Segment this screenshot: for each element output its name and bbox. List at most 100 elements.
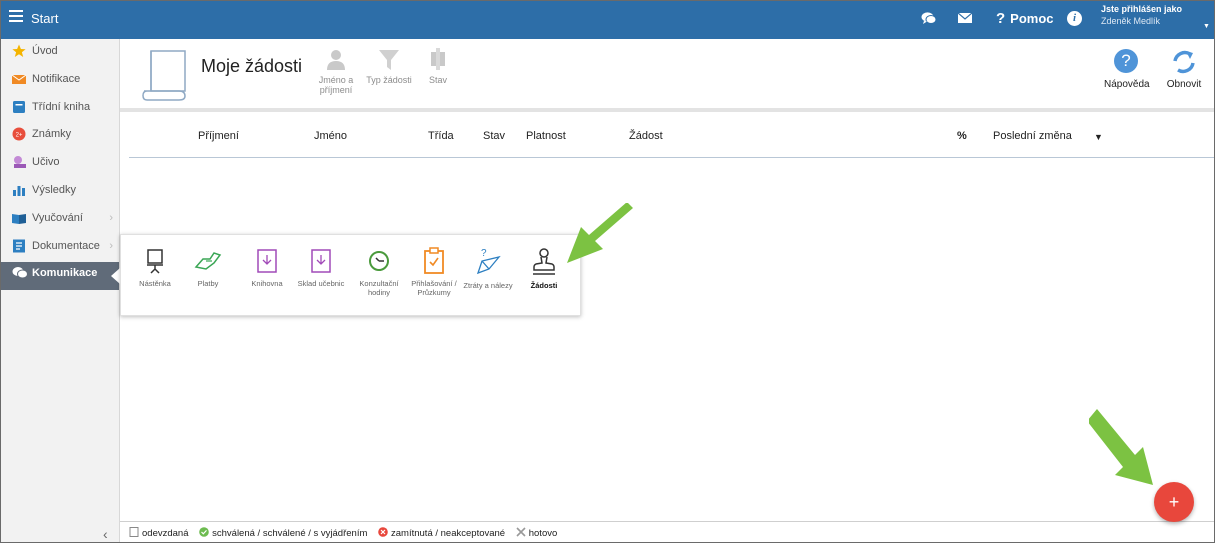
sidebar-item-vyucovani[interactable]: Vyučování ›	[1, 207, 119, 235]
filter-label: Jméno a příjmení	[318, 75, 354, 95]
column-header-class[interactable]: Třída	[428, 130, 454, 142]
clipboard-check-icon	[424, 247, 444, 274]
submenu-label: Nástěnka	[139, 279, 171, 288]
sidebar-item-uvod[interactable]: Úvod	[1, 40, 119, 68]
submenu-item-knihovna[interactable]: Knihovna	[237, 247, 297, 288]
submenu-item-ztraty-a-nalezy[interactable]: ? Ztráty a nálezy	[458, 247, 518, 290]
payment-icon	[194, 252, 222, 270]
annotation-arrow-add	[1089, 409, 1153, 485]
sidebar-item-ucivo[interactable]: Učivo	[1, 151, 119, 179]
textbook-storage-icon	[311, 249, 331, 273]
submenu-item-sklad-ucebnic[interactable]: Sklad učebnic	[291, 247, 351, 288]
filter-name[interactable]: Jméno a příjmení	[312, 48, 360, 95]
legend-item-approved: schválená / schválené / s vyjádřením	[199, 527, 367, 539]
sidebar: Úvod Notifikace Třídní kniha 2+ Známky U…	[1, 39, 120, 542]
refresh-label: Obnovit	[1166, 79, 1202, 90]
sidebar-item-vysledky[interactable]: Výsledky	[1, 179, 119, 207]
help-button[interactable]: ? Nápověda	[1104, 49, 1150, 90]
library-icon	[257, 249, 277, 273]
help-circle-icon: ?	[1114, 49, 1138, 73]
mail-icon[interactable]	[958, 13, 972, 23]
header-divider	[120, 108, 1214, 112]
user-name: Zdeněk Medlík	[1101, 16, 1161, 26]
sort-desc-icon[interactable]: ▼	[1094, 132, 1103, 142]
legend-label: hotovo	[528, 528, 558, 539]
refresh-icon	[1173, 50, 1195, 74]
grades-icon: 2+	[12, 127, 26, 141]
chart-icon	[13, 185, 25, 196]
column-header-request[interactable]: Žádost	[629, 130, 663, 142]
column-header-last-change[interactable]: Poslední změna	[993, 130, 1072, 142]
submenu-label: Platby	[197, 279, 219, 288]
hamburger-menu-icon[interactable]	[9, 10, 23, 24]
document-icon	[129, 527, 139, 537]
submenu-item-konzultacni-hodiny[interactable]: Konzultační hodiny	[349, 247, 409, 297]
submenu-label: Ztráty a nálezy	[463, 281, 513, 290]
chat-icon[interactable]	[921, 11, 937, 26]
svg-text:?: ?	[481, 248, 487, 259]
submenu-item-nastenka[interactable]: Nástěnka	[125, 247, 185, 288]
sidebar-item-label: Výsledky	[32, 183, 77, 196]
filter-request-type[interactable]: Typ žádosti	[360, 48, 418, 85]
sidebar-item-znamky[interactable]: 2+ Známky	[1, 123, 119, 151]
sidebar-item-label: Úvod	[32, 45, 58, 57]
info-icon[interactable]: i	[1067, 11, 1082, 26]
submenu-item-prihlasovani[interactable]: Přihlašování / Průzkumy	[404, 247, 464, 297]
sidebar-item-label: Třídní kniha	[32, 100, 91, 113]
sidebar-item-label: Komunikace	[32, 267, 98, 280]
top-bar: Start ? Pomoc i Jste přihlášen jako Zdeně…	[1, 1, 1214, 39]
communication-icon	[12, 267, 28, 279]
sidebar-item-dokumentace[interactable]: Dokumentace ›	[1, 235, 119, 263]
mail-icon	[12, 74, 26, 84]
submenu-label: Přihlašování / Průzkumy	[411, 279, 457, 297]
sidebar-collapse-icon[interactable]: ‹	[103, 526, 108, 542]
user-dropdown-icon[interactable]: ▼	[1203, 23, 1210, 30]
submenu-item-platby[interactable]: Platby	[178, 247, 238, 288]
person-icon	[327, 50, 345, 70]
app-title[interactable]: Start	[31, 11, 58, 26]
rejected-icon	[378, 527, 388, 537]
svg-text:2+: 2+	[16, 133, 23, 139]
page-title: Moje žádosti	[201, 56, 303, 76]
sidebar-item-komunikace[interactable]: Komunikace	[1, 262, 120, 291]
legend-label: schválená / schválené / s vyjádřením	[212, 528, 368, 539]
column-header-validity[interactable]: Platnost	[526, 130, 566, 142]
sidebar-item-tridni-kniha[interactable]: Třídní kniha	[1, 96, 119, 124]
help-menu[interactable]: ? Pomoc	[996, 10, 1054, 27]
status-legend: odevzdaná schválená / schválené / s vyjá…	[129, 527, 565, 539]
column-header-firstname[interactable]: Jméno	[314, 130, 347, 142]
curriculum-icon	[14, 156, 26, 169]
chevron-right-icon: ›	[109, 239, 113, 252]
documentation-icon	[13, 239, 25, 253]
sidebar-item-label: Učivo	[32, 156, 60, 169]
legend-item-done: hotovo	[516, 527, 558, 539]
sidebar-item-label: Známky	[32, 128, 72, 141]
communication-submenu: Nástěnka Platby Knihovna Sklad učebnic K…	[120, 234, 581, 316]
user-info[interactable]: Jste přihlášen jako Zdeněk Medlík	[1101, 3, 1182, 27]
clock-icon	[369, 251, 389, 271]
column-header-surname[interactable]: Příjmení	[198, 130, 239, 142]
annotation-arrow-zadosti	[567, 203, 633, 263]
link-icon[interactable]: %	[957, 130, 967, 142]
legend-item-rejected: zamítnutá / neakceptované	[378, 527, 505, 539]
footer-divider	[120, 521, 1214, 522]
book-icon	[13, 100, 25, 113]
sidebar-item-label: Notifikace	[32, 72, 81, 85]
refresh-button[interactable]: Obnovit	[1160, 49, 1208, 90]
filter-status[interactable]: Stav	[423, 48, 453, 85]
star-icon	[12, 44, 26, 57]
column-header-status[interactable]: Stav	[483, 130, 505, 142]
scroll-document-icon	[142, 50, 186, 101]
submenu-label: Sklad učebnic	[297, 279, 345, 288]
question-icon: ?	[996, 10, 1006, 27]
add-request-button[interactable]: +	[1154, 482, 1194, 522]
submenu-label: Žádosti	[530, 281, 558, 290]
table-header-divider	[129, 157, 1214, 158]
stamp-icon	[533, 248, 555, 275]
sidebar-item-label: Vyučování	[32, 211, 83, 224]
legend-item-submitted: odevzdaná	[129, 527, 188, 539]
sidebar-item-label: Dokumentace	[32, 239, 100, 252]
sidebar-item-notifikace[interactable]: Notifikace	[1, 68, 119, 96]
help-label: Pomoc	[1010, 11, 1054, 26]
submenu-label: Konzultační hodiny	[359, 279, 399, 297]
